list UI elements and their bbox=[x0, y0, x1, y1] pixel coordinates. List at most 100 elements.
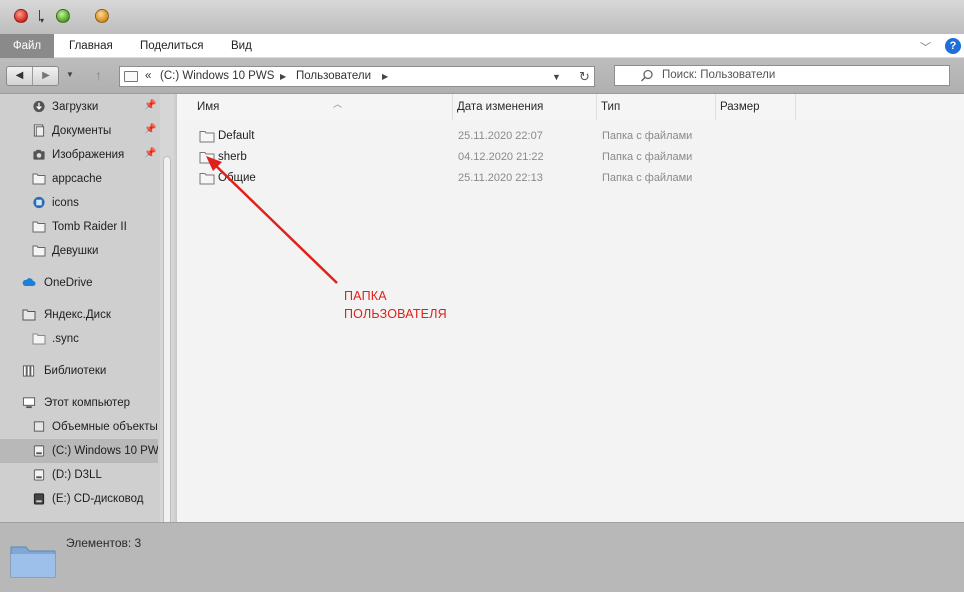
sidebar-item-drive-c[interactable]: (C:) Windows 10 PWS bbox=[0, 439, 158, 463]
sidebar-item-label: Объемные объекты bbox=[52, 421, 158, 433]
sidebar-item-documents[interactable]: Документы 📌 bbox=[0, 119, 158, 143]
sidebar-item-downloads[interactable]: Загрузки 📌 bbox=[0, 95, 158, 119]
pin-icon[interactable]: 📌 bbox=[144, 100, 156, 111]
recent-locations-dropdown-icon[interactable]: ▼ bbox=[66, 70, 74, 79]
annotation-line: ПАПКА bbox=[344, 289, 387, 303]
cloud-icon bbox=[22, 278, 36, 286]
back-forward-group: ◀ ▶ bbox=[6, 66, 59, 86]
documents-icon bbox=[33, 124, 45, 137]
folder-icon bbox=[199, 152, 215, 164]
sidebar-item-label: Этот компьютер bbox=[44, 397, 130, 409]
folder-large-icon bbox=[10, 546, 56, 578]
sidebar-item-sync[interactable]: .sync bbox=[0, 327, 158, 351]
help-icon[interactable]: ? bbox=[945, 38, 961, 54]
tab-file[interactable]: Файл bbox=[0, 34, 54, 58]
computer-icon bbox=[22, 397, 36, 409]
tab-share[interactable]: Поделиться bbox=[140, 34, 204, 58]
sidebar-item-pictures[interactable]: Изображения 📌 bbox=[0, 143, 158, 167]
pin-icon[interactable]: 📌 bbox=[144, 148, 156, 159]
folder-icon bbox=[22, 309, 36, 321]
file-date: 25.11.2020 22:13 bbox=[458, 172, 543, 184]
tab-home[interactable]: Главная bbox=[69, 34, 113, 58]
column-header-label: Имя bbox=[197, 101, 220, 113]
quick-access-toolbar-icon[interactable]: ▾ bbox=[38, 8, 48, 25]
breadcrumb-drive[interactable]: (C:) Windows 10 PWS bbox=[160, 67, 274, 86]
sidebar-item-icons[interactable]: icons bbox=[0, 191, 158, 215]
ribbon-tabs: Файл Главная Поделиться Вид ﹀ ? bbox=[0, 34, 964, 58]
address-history-dropdown-icon[interactable]: ▼ bbox=[552, 68, 561, 86]
icons-app-icon bbox=[33, 196, 45, 209]
column-header-date[interactable]: Дата изменения bbox=[453, 94, 597, 120]
cd-drive-icon bbox=[33, 493, 45, 505]
drive-icon bbox=[33, 445, 45, 457]
breadcrumb-separator-icon[interactable]: ▶ bbox=[382, 67, 388, 86]
search-icon bbox=[640, 69, 653, 82]
sidebar-item-label: icons bbox=[52, 197, 79, 209]
sidebar-item-label: Девушки bbox=[52, 245, 99, 257]
library-icon bbox=[22, 365, 35, 377]
drive-icon bbox=[33, 469, 45, 481]
sidebar-item-this-pc[interactable]: Этот компьютер bbox=[0, 391, 158, 415]
sidebar-item-yandex-disk[interactable]: Яндекс.Диск bbox=[0, 303, 158, 327]
sidebar-item-3d-objects[interactable]: Объемные объекты bbox=[0, 415, 158, 439]
table-row[interactable]: sherb 04.12.2020 21:22 Папка с файлами bbox=[191, 147, 731, 168]
search-placeholder: Поиск: Пользователи bbox=[662, 69, 776, 81]
column-header-size[interactable]: Размер bbox=[716, 94, 796, 120]
folder-icon bbox=[32, 221, 46, 233]
download-icon bbox=[33, 100, 45, 113]
sidebar-item-label: Документы bbox=[52, 125, 112, 137]
column-header-name[interactable]: Имя ︿ bbox=[193, 94, 453, 120]
sidebar-item-label: Изображения bbox=[52, 149, 125, 161]
back-button[interactable]: ◀ bbox=[7, 67, 33, 85]
folder-icon bbox=[199, 131, 215, 143]
file-date: 04.12.2020 21:22 bbox=[458, 151, 544, 163]
navigation-pane: Загрузки 📌 Документы 📌 Изображения 📌 app… bbox=[0, 94, 176, 522]
sidebar-item-label: (D:) D3LL bbox=[52, 469, 102, 481]
file-name: Общие bbox=[218, 172, 256, 184]
sidebar-item-label: (E:) CD-дисковод bbox=[52, 493, 144, 505]
sidebar-item-libraries[interactable]: Библиотеки bbox=[0, 359, 158, 383]
sidebar-item-devushki[interactable]: Девушки bbox=[0, 239, 158, 263]
close-window-button[interactable] bbox=[14, 9, 28, 23]
camera-icon bbox=[33, 149, 45, 160]
file-type: Папка с файлами bbox=[602, 130, 693, 142]
sidebar-scrollbar-thumb[interactable] bbox=[163, 156, 171, 522]
pin-icon[interactable]: 📌 bbox=[144, 124, 156, 135]
title-bar: ▾ bbox=[0, 0, 964, 34]
table-row[interactable]: Общие 25.11.2020 22:13 Папка с файлами bbox=[191, 168, 731, 189]
sidebar-item-label: Tomb Raider II bbox=[52, 221, 127, 233]
folder-icon bbox=[32, 333, 46, 345]
search-input[interactable]: Поиск: Пользователи bbox=[614, 65, 950, 86]
sidebar-item-onedrive[interactable]: OneDrive bbox=[0, 271, 158, 295]
ribbon-expand-chevron-icon[interactable]: ﹀ bbox=[920, 39, 931, 55]
sidebar-item-tomb-raider[interactable]: Tomb Raider II bbox=[0, 215, 158, 239]
maximize-window-button[interactable] bbox=[56, 9, 70, 23]
sidebar-item-appcache[interactable]: appcache bbox=[0, 167, 158, 191]
forward-button[interactable]: ▶ bbox=[33, 67, 59, 85]
minimize-window-button[interactable] bbox=[95, 9, 109, 23]
sidebar-item-drive-d[interactable]: (D:) D3LL bbox=[0, 463, 158, 487]
folder-icon bbox=[32, 173, 46, 185]
address-bar[interactable]: « (C:) Windows 10 PWS ▶ Пользователи ▶ ▼… bbox=[119, 66, 595, 87]
sort-ascending-icon: ︿ bbox=[333, 99, 343, 109]
up-arrow-icon[interactable]: ↑ bbox=[95, 67, 102, 83]
file-date: 25.11.2020 22:07 bbox=[458, 130, 543, 142]
sidebar-item-drive-e[interactable]: (E:) CD-дисковод bbox=[0, 487, 158, 511]
address-overflow-chevron[interactable]: « bbox=[145, 67, 151, 86]
column-header-type[interactable]: Тип bbox=[597, 94, 716, 120]
sidebar-item-label: Библиотеки bbox=[44, 365, 107, 377]
breadcrumb-separator-icon[interactable]: ▶ bbox=[280, 67, 286, 86]
tab-view[interactable]: Вид bbox=[231, 34, 252, 58]
breadcrumb-users[interactable]: Пользователи bbox=[296, 67, 371, 86]
table-row[interactable]: Default 25.11.2020 22:07 Папка с файлами bbox=[191, 126, 731, 147]
sidebar-item-label: .sync bbox=[52, 333, 79, 345]
file-type: Папка с файлами bbox=[602, 151, 693, 163]
file-name: sherb bbox=[218, 151, 247, 163]
sidebar-item-label: appcache bbox=[52, 173, 102, 185]
file-list-pane: Имя ︿ Дата изменения Тип Размер Default … bbox=[176, 94, 964, 522]
folder-icon bbox=[199, 173, 215, 185]
refresh-icon[interactable]: ↻ bbox=[579, 67, 590, 86]
sidebar-item-label: OneDrive bbox=[44, 277, 93, 289]
sidebar-item-label: Яндекс.Диск bbox=[44, 309, 111, 321]
details-bar: Элементов: 3 bbox=[0, 522, 964, 592]
